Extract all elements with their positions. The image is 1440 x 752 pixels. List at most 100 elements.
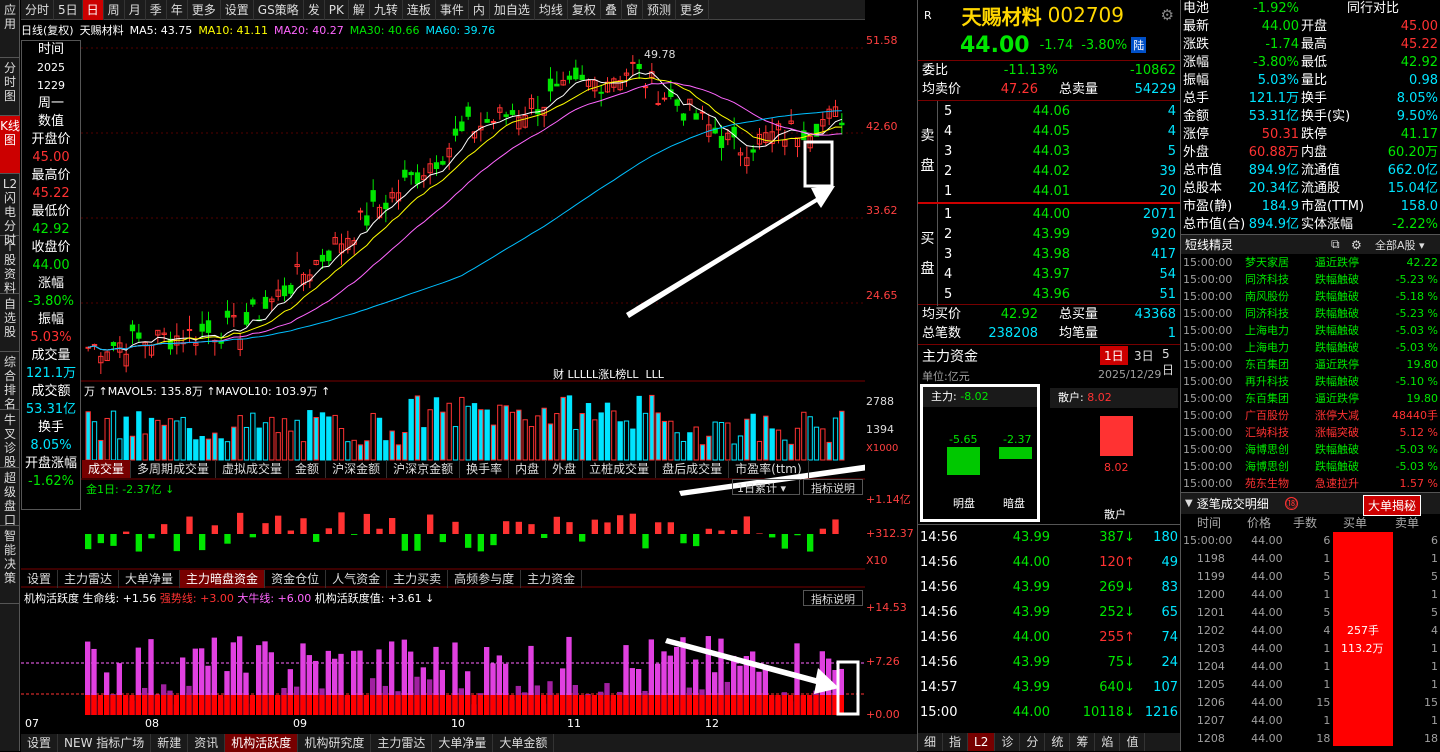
fund-period-select[interactable]: 1日累计 ▾ <box>732 479 800 495</box>
book-row-sellbook-2[interactable]: 3 44.03 5 <box>940 142 1178 162</box>
jingling-row[interactable]: 15:00:00 上海电力 跌幅触破 -5.03 % <box>1181 322 1440 339</box>
quote-tab-0[interactable]: 细 <box>918 733 944 751</box>
jingling-row[interactable]: 15:00:00 同济科技 跌幅触破 -5.23 % <box>1181 271 1440 288</box>
fund-tab-1[interactable]: 主力雷达 <box>58 570 120 588</box>
tab-1day[interactable]: 1日 <box>1100 346 1128 365</box>
sidebar-item-2[interactable]: K线图 <box>0 116 20 174</box>
sidebar-item-0[interactable]: 应用 <box>0 0 20 58</box>
vol-tab-9[interactable]: 立桩成交量 <box>583 460 657 478</box>
event-markers[interactable]: 财 LLLLL涨L榜LL LLL <box>553 366 664 382</box>
sidebar-item-1[interactable]: 分时图 <box>0 58 20 116</box>
big-order-button[interactable]: 大单揭秘 <box>1363 495 1422 516</box>
fund-tab-5[interactable]: 人气资金 <box>326 570 388 588</box>
book-row-buybook-3[interactable]: 4 43.97 54 <box>940 265 1178 285</box>
toolbar-4[interactable]: 月 <box>125 0 146 20</box>
book-row-buybook-2[interactable]: 3 43.98 417 <box>940 245 1178 265</box>
period-label[interactable]: 日线(复权) <box>21 22 74 38</box>
toolbar-5[interactable]: 季 <box>146 0 167 20</box>
sidebar-item-9[interactable]: 智能决策 <box>0 526 20 604</box>
vol-tab-2[interactable]: 虚拟成交量 <box>216 460 290 478</box>
vol-tab-10[interactable]: 盘后成交量 <box>656 460 730 478</box>
bottom-tab-7[interactable]: 大单净量 <box>432 734 494 752</box>
l2-icon[interactable]: ⑱ <box>1285 497 1298 510</box>
sidebar-item-5[interactable]: 自选股 <box>0 294 20 352</box>
jingling-row[interactable]: 15:00:00 汇纳科技 涨幅突破 5.12 % <box>1181 424 1440 441</box>
fund-tab-7[interactable]: 高频参与度 <box>448 570 522 588</box>
toolbar-21[interactable]: 窗 <box>622 0 643 20</box>
jingling-row[interactable]: 15:00:00 南风股份 跌幅触破 -5.18 % <box>1181 288 1440 305</box>
vol-tab-8[interactable]: 外盘 <box>546 460 584 478</box>
bottom-tab-5[interactable]: 机构研究度 <box>298 734 372 752</box>
toolbar-12[interactable]: 解 <box>349 0 370 20</box>
fund-tab-0[interactable]: 设置 <box>21 570 59 588</box>
book-row-sellbook-4[interactable]: 1 44.01 20 <box>940 182 1178 202</box>
toolbar-15[interactable]: 事件 <box>436 0 469 20</box>
bottom-tab-2[interactable]: 新建 <box>151 734 189 752</box>
sidebar-item-7[interactable]: 牛叉诊股 <box>0 410 20 469</box>
fund-tab-3[interactable]: 主力暗盘资金 <box>180 570 266 588</box>
jingling-row[interactable]: 15:00:00 广百股份 涨停大减 48440手 <box>1181 407 1440 424</box>
toolbar-1[interactable]: 5日 <box>54 0 83 20</box>
sidebar-item-3[interactable]: L2闪电分时 <box>0 174 20 247</box>
book-row-buybook-4[interactable]: 5 43.96 51 <box>940 285 1178 305</box>
toolbar-0[interactable]: 分时 <box>21 0 55 20</box>
book-row-buybook-1[interactable]: 2 43.99 920 <box>940 225 1178 245</box>
toolbar-2[interactable]: 日 <box>82 0 104 20</box>
fund-tab-6[interactable]: 主力买卖 <box>387 570 449 588</box>
toolbar-8[interactable]: 设置 <box>221 0 254 20</box>
jingling-row[interactable]: 15:00:00 东百集团 逼近跌停 19.80 <box>1181 390 1440 407</box>
book-row-buybook-0[interactable]: 1 44.00 2071 <box>940 205 1178 225</box>
jingling-row[interactable]: 15:00:00 苑东生物 急速拉升 1.57 % <box>1181 475 1440 492</box>
toolbar-18[interactable]: 均线 <box>535 0 568 20</box>
sidebar-item-4[interactable]: 个股资料 <box>0 236 20 295</box>
jingling-row[interactable]: 15:00:00 梦天家居 逼近跌停 42.22 <box>1181 254 1440 271</box>
toolbar-3[interactable]: 周 <box>104 0 125 20</box>
quote-tab-8[interactable]: 值 <box>1120 733 1146 751</box>
jingling-row[interactable]: 15:00:00 海博思创 跌幅触破 -5.03 % <box>1181 441 1440 458</box>
fund-tab-2[interactable]: 大单净量 <box>119 570 181 588</box>
bottom-tab-0[interactable]: 设置 <box>21 734 59 752</box>
toolbar-19[interactable]: 复权 <box>568 0 601 20</box>
activity-explain-button[interactable]: 指标说明 <box>803 590 863 606</box>
quote-tab-5[interactable]: 统 <box>1045 733 1071 751</box>
book-row-sellbook-3[interactable]: 2 44.02 39 <box>940 162 1178 182</box>
jingling-row[interactable]: 15:00:00 东百集团 逼近跌停 19.80 <box>1181 356 1440 373</box>
jingling-row[interactable]: 15:00:00 海博思创 跌幅触破 -5.03 % <box>1181 458 1440 475</box>
sidebar-item-8[interactable]: 超级盘口 <box>0 468 20 527</box>
toolbar-20[interactable]: 叠 <box>601 0 622 20</box>
quote-tab-1[interactable]: 指 <box>943 733 969 751</box>
book-row-sellbook-0[interactable]: 5 44.06 4 <box>940 102 1178 122</box>
vol-tab-6[interactable]: 换手率 <box>460 460 510 478</box>
gear-icon[interactable]: ⚙ <box>1351 238 1362 252</box>
fund-tab-4[interactable]: 资金仓位 <box>265 570 327 588</box>
toolbar-6[interactable]: 年 <box>167 0 188 20</box>
gear-icon[interactable]: ⚙ <box>1161 6 1174 24</box>
collapse-icon[interactable]: ▼ <box>1185 498 1193 509</box>
toolbar-13[interactable]: 九转 <box>370 0 403 20</box>
fund-explain-button[interactable]: 指标说明 <box>803 479 863 495</box>
toolbar-10[interactable]: 发 <box>304 0 325 20</box>
vol-tab-4[interactable]: 沪深金额 <box>326 460 388 478</box>
jingling-row[interactable]: 15:00:00 再升科技 跌幅触破 -5.10 % <box>1181 373 1440 390</box>
toolbar-16[interactable]: 内 <box>469 0 490 20</box>
bottom-tab-1[interactable]: NEW 指标广场 <box>58 734 152 752</box>
tab-3day[interactable]: 3日 <box>1130 346 1158 365</box>
vol-tab-1[interactable]: 多周期成交量 <box>131 460 217 478</box>
vol-tab-0[interactable]: 成交量 <box>82 460 132 478</box>
book-row-sellbook-1[interactable]: 4 44.05 4 <box>940 122 1178 142</box>
vol-tab-3[interactable]: 金额 <box>289 460 327 478</box>
bottom-tab-6[interactable]: 主力雷达 <box>371 734 433 752</box>
bottom-tab-4[interactable]: 机构活跃度 <box>225 734 299 752</box>
quote-tab-4[interactable]: 分 <box>1020 733 1046 751</box>
toolbar-14[interactable]: 连板 <box>403 0 436 20</box>
market-select[interactable]: 全部A股 ▾ <box>1375 237 1425 253</box>
quote-tab-6[interactable]: 筹 <box>1070 733 1096 751</box>
vol-tab-7[interactable]: 内盘 <box>509 460 547 478</box>
popout-icon[interactable]: ⧉ <box>1331 237 1340 252</box>
fund-tab-8[interactable]: 主力资金 <box>521 570 583 588</box>
vol-tab-11[interactable]: 市盈率(ttm) <box>729 460 809 478</box>
jingling-row[interactable]: 15:00:00 同济科技 跌幅触破 -5.23 % <box>1181 305 1440 322</box>
quote-tab-7[interactable]: 焰 <box>1095 733 1121 751</box>
toolbar-23[interactable]: 更多 <box>676 0 709 20</box>
quote-tab-2[interactable]: L2 <box>968 733 996 751</box>
